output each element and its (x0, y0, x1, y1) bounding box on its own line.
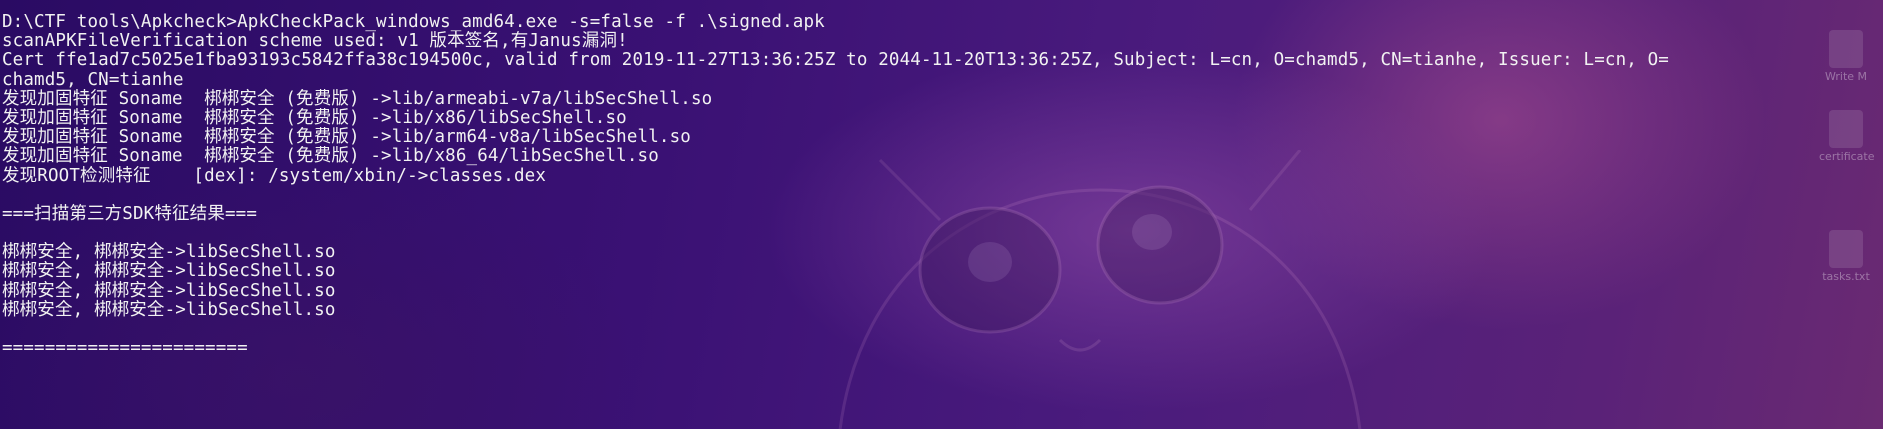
terminal-output[interactable]: D:\CTF tools\Apkcheck>ApkCheckPack_windo… (2, 12, 1882, 359)
terminal-line: 梆梆安全, 梆梆安全->libSecShell.so (2, 280, 336, 301)
terminal-line: ===扫描第三方SDK特征结果=== (2, 203, 258, 224)
terminal-line: 发现加固特征 Soname 梆梆安全 (免费版) ->lib/x86_64/li… (2, 146, 659, 167)
terminal-line: 梆梆安全, 梆梆安全->libSecShell.so (2, 261, 336, 282)
terminal-line: chamd5, CN=tianhe (2, 69, 184, 90)
terminal-line: 发现加固特征 Soname 梆梆安全 (免费版) ->lib/armeabi-v… (2, 88, 713, 109)
terminal-line: ======================= (2, 338, 248, 359)
terminal-line: 梆梆安全, 梆梆安全->libSecShell.so (2, 242, 336, 263)
terminal-line: 发现加固特征 Soname 梆梆安全 (免费版) ->lib/arm64-v8a… (2, 127, 691, 148)
terminal-line: Cert ffe1ad7c5025e1fba93193c5842ffa38c19… (2, 50, 1669, 71)
terminal-line: 发现ROOT检测特征 [dex]: /system/xbin/->classes… (2, 165, 547, 186)
terminal-line: 梆梆安全, 梆梆安全->libSecShell.so (2, 299, 336, 320)
terminal-line: 发现加固特征 Soname 梆梆安全 (免费版) ->lib/x86/libSe… (2, 107, 627, 128)
terminal-line: D:\CTF tools\Apkcheck>ApkCheckPack_windo… (2, 12, 825, 32)
terminal-line: scanAPKFileVerification scheme used: v1 … (2, 31, 628, 52)
